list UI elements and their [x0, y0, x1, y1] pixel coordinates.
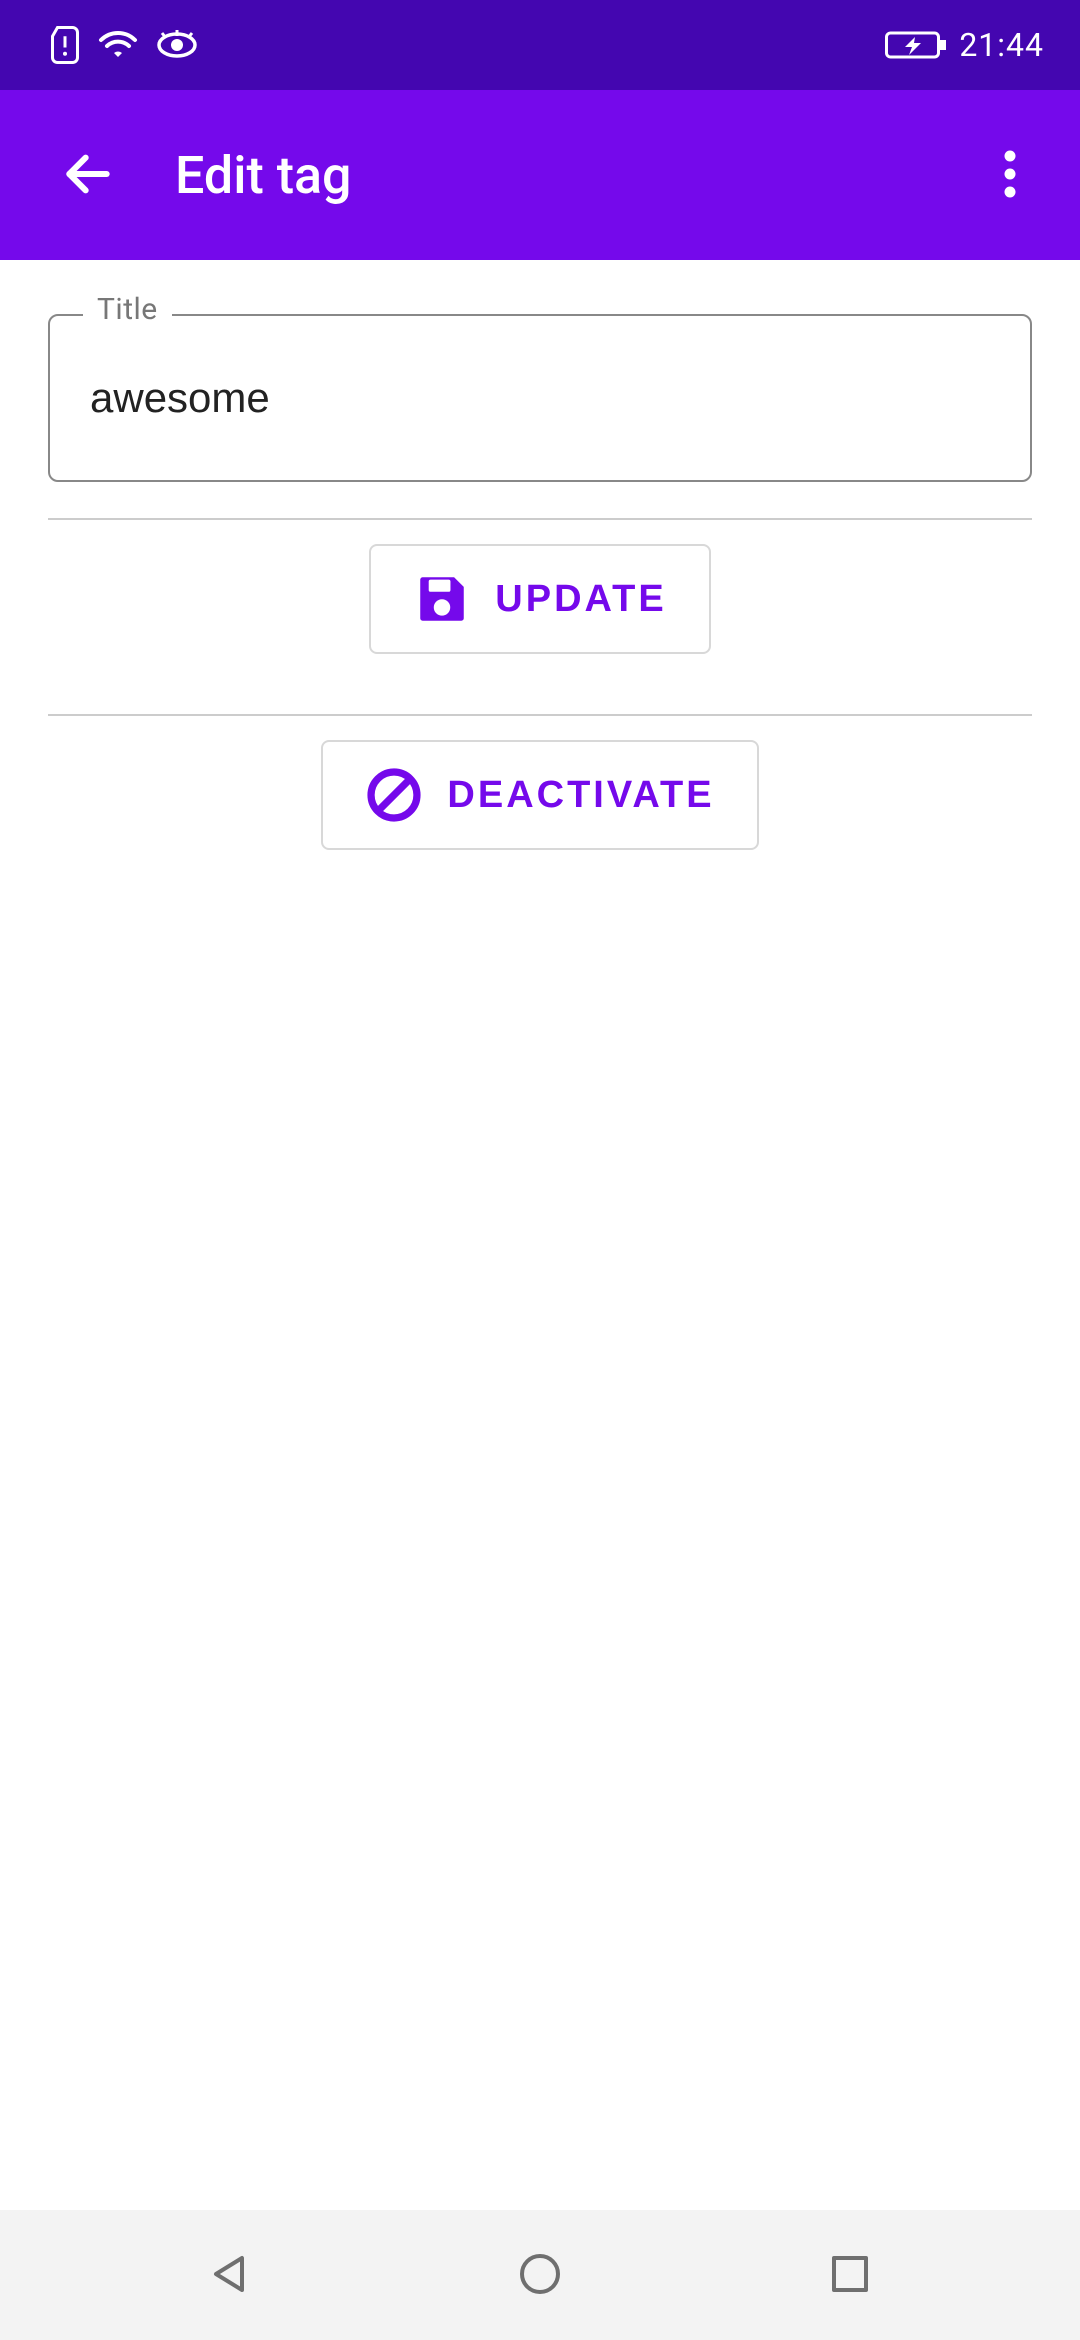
status-right: 21:44	[885, 26, 1044, 64]
update-row: UPDATE	[0, 520, 1080, 678]
block-icon	[365, 766, 423, 824]
more-vert-icon	[1003, 146, 1017, 205]
deactivate-button-label: DEACTIVATE	[447, 774, 714, 817]
page-title: Edit tag	[175, 145, 970, 206]
overflow-menu-button[interactable]	[970, 128, 1050, 223]
eye-icon	[156, 30, 198, 60]
title-field-wrap: Title	[48, 314, 1032, 482]
app-bar: Edit tag	[0, 90, 1080, 260]
circle-home-icon	[516, 2250, 564, 2301]
arrow-back-icon	[60, 146, 116, 205]
triangle-back-icon	[206, 2250, 254, 2301]
deactivate-row: DEACTIVATE	[0, 716, 1080, 874]
title-field-label: Title	[83, 292, 172, 327]
save-icon	[413, 570, 471, 628]
nav-back-button[interactable]	[150, 2230, 310, 2320]
back-button[interactable]	[40, 128, 135, 223]
nav-home-button[interactable]	[460, 2230, 620, 2320]
square-recent-icon	[828, 2252, 872, 2299]
title-input[interactable]	[48, 314, 1032, 482]
screen-root: 21:44 Edit tag Title	[0, 0, 1080, 2340]
status-bar: 21:44	[0, 0, 1080, 90]
nav-recent-button[interactable]	[770, 2230, 930, 2320]
content-area: Title UPDATE	[0, 260, 1080, 2210]
wifi-icon	[98, 29, 138, 61]
sim-alert-icon	[50, 26, 80, 64]
system-nav-bar	[0, 2210, 1080, 2340]
update-button[interactable]: UPDATE	[369, 544, 710, 654]
update-button-label: UPDATE	[495, 578, 666, 621]
status-left	[50, 26, 198, 64]
battery-charging-icon	[885, 29, 949, 61]
status-time: 21:44	[959, 26, 1044, 64]
deactivate-button[interactable]: DEACTIVATE	[321, 740, 758, 850]
